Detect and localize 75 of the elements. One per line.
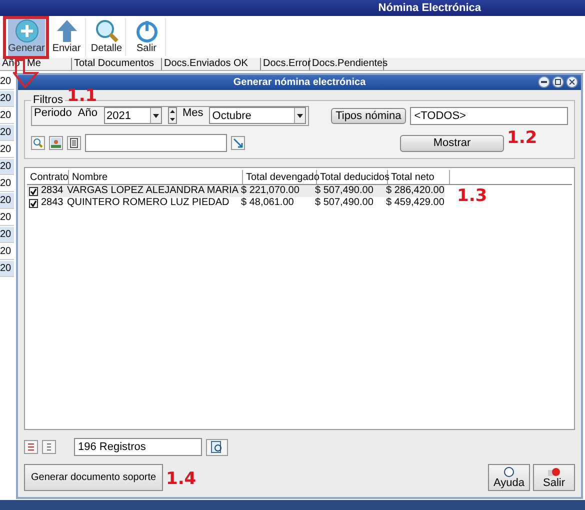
table-cell: 20 — [0, 74, 14, 90]
generate-support-button[interactable]: Generar documento soporte — [24, 464, 164, 491]
filter-field[interactable] — [85, 134, 227, 152]
minimize-button[interactable] — [538, 76, 550, 88]
annotation-label: 1.2 — [507, 128, 538, 148]
group-legend: Filtros — [31, 94, 65, 106]
close-button[interactable] — [566, 76, 578, 88]
table-cell-text: $ 286,420.00 — [385, 185, 445, 197]
power-icon — [134, 19, 158, 43]
records-field: 196 Registros — [74, 438, 202, 456]
exit-icon — [548, 466, 560, 476]
column-header: Contrato — [27, 170, 69, 184]
month-label: Mes — [182, 107, 204, 119]
maximize-button[interactable] — [552, 76, 564, 88]
table-cell: 20 — [0, 108, 14, 124]
row-checkbox[interactable] — [29, 198, 38, 208]
annotation-label: 1.4 — [166, 469, 196, 489]
document-icon[interactable] — [67, 136, 81, 150]
year-dropdown[interactable]: 2021 — [104, 107, 162, 124]
help-button[interactable]: Ayuda — [488, 464, 530, 491]
caret-icon — [297, 114, 304, 118]
up-arrow-icon — [56, 19, 78, 43]
column-header: Docs.Enviados OK — [162, 58, 261, 70]
search-icon[interactable] — [31, 136, 45, 150]
table-cell: 20 — [0, 176, 14, 192]
table-cell: 20 — [0, 91, 14, 107]
table-cell-text: $ 507,490.00 — [314, 197, 374, 209]
year-spinner[interactable] — [168, 107, 176, 124]
help-icon — [504, 466, 514, 476]
preview-icon[interactable] — [206, 438, 228, 456]
payroll-types-field[interactable]: <TODOS> — [410, 107, 568, 125]
toolbar-button[interactable]: Generar — [8, 18, 46, 56]
table-cell-text: QUINTERO ROMERO LUZ PIEDAD — [66, 197, 230, 209]
table-cell: 20 — [0, 125, 14, 141]
table-cell: 20 — [0, 227, 14, 243]
dialog-title: Generar nómina electrónica — [233, 77, 366, 88]
table-cell-text: 2834 — [40, 185, 64, 197]
table-row[interactable]: 2834 VARGAS LOPEZ ALEJANDRA MARIA $ 221,070.00 $ 507,490.00 $ 286,420.00 — [27, 185, 445, 197]
table-cell-text: $ 459,429.00 — [385, 197, 445, 209]
show-button[interactable]: Mostrar — [400, 134, 504, 152]
plus-icon — [14, 19, 38, 43]
window-title: Nómina Electrónica — [378, 2, 481, 14]
table-cell-text: 2843 — [40, 197, 64, 209]
table-cell-text: $ 507,490.00 — [314, 185, 374, 197]
column-header: Nombre — [69, 170, 243, 184]
column-header: Total Documentos — [72, 58, 162, 70]
uncheck-all-icon[interactable] — [42, 440, 56, 454]
column-header: Total devengado — [243, 170, 317, 184]
table-cell-text: $ 48,061.00 — [240, 197, 295, 209]
table-cell-text: $ 221,070.00 — [240, 185, 300, 197]
caret-icon — [152, 114, 158, 118]
table-cell: 20 — [0, 210, 14, 226]
row-checkbox[interactable] — [29, 186, 38, 196]
period-label: Periodo — [34, 107, 72, 119]
table-cell: 20 — [0, 244, 14, 260]
column-header: Total neto — [388, 170, 450, 184]
table-cell: 20 — [0, 142, 14, 158]
table-cell: 20 — [0, 261, 14, 277]
month-dropdown[interactable]: Octubre — [209, 107, 306, 124]
annotation-label: 1.1 — [67, 86, 98, 106]
image-icon[interactable] — [49, 136, 63, 150]
payroll-types-button[interactable]: Tipos nómina — [330, 108, 406, 124]
column-header: Docs.Error — [261, 58, 310, 70]
annotation-label: 1.3 — [457, 186, 488, 206]
table-row[interactable]: 2843 QUINTERO ROMERO LUZ PIEDAD $ 48,061.00 $ 507,490.00 $ 459,429.00 — [27, 197, 445, 209]
highlight-frame — [3, 16, 49, 59]
column-header: Me — [25, 58, 72, 70]
search-icon — [94, 19, 118, 43]
year-label: Año — [78, 107, 98, 119]
exit-button[interactable]: Salir — [533, 464, 575, 491]
table-cell-text: VARGAS LOPEZ ALEJANDRA MARIA — [66, 185, 238, 197]
table-cell: 20 — [0, 193, 14, 209]
check-all-icon[interactable] — [24, 440, 38, 454]
table-cell: 20 — [0, 159, 14, 175]
clear-filter-icon[interactable] — [231, 136, 245, 150]
